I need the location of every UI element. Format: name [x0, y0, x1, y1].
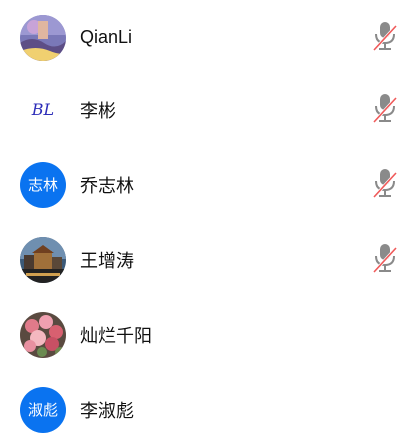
participant-name: QianLi [80, 27, 133, 47]
participant-name: 李彬 [80, 100, 116, 121]
mic-muted-icon[interactable] [372, 20, 398, 52]
participant-row[interactable]: QianLi [0, 0, 408, 75]
building-photo-icon [20, 236, 66, 283]
participant-name: 李淑彪 [80, 400, 134, 421]
mic-muted-icon[interactable] [372, 92, 398, 124]
participant-row[interactable]: 志林 乔志林 [0, 147, 408, 222]
participant-name: 灿烂千阳 [80, 325, 152, 346]
avatar-initials: 志林 [27, 177, 58, 194]
flowers-photo-icon [20, 311, 66, 358]
avatar [20, 311, 66, 358]
avatar: 淑彪 [20, 386, 66, 433]
participant-row[interactable]: 淑彪 李淑彪 [0, 372, 408, 443]
participant-list: QianLi BL 李彬 志林 乔志林 王增涛 灿烂千阳 淑彪 李淑彪 [0, 0, 408, 443]
avatar [20, 14, 66, 61]
participant-name: 王增涛 [80, 250, 134, 271]
participant-name: 乔志林 [80, 175, 134, 196]
mic-muted-icon[interactable] [372, 167, 398, 199]
avatar-initials: BL [31, 100, 55, 119]
avatar-initials: 淑彪 [27, 402, 58, 419]
participant-row[interactable]: 灿烂千阳 [0, 297, 408, 372]
avatar: BL [20, 87, 66, 133]
participant-row[interactable]: 王增涛 [0, 222, 408, 297]
avatar [20, 236, 66, 283]
avatar: 志林 [20, 161, 66, 208]
participant-row[interactable]: BL 李彬 [0, 72, 408, 147]
landscape-photo-icon [20, 14, 66, 61]
mic-muted-icon[interactable] [372, 242, 398, 274]
